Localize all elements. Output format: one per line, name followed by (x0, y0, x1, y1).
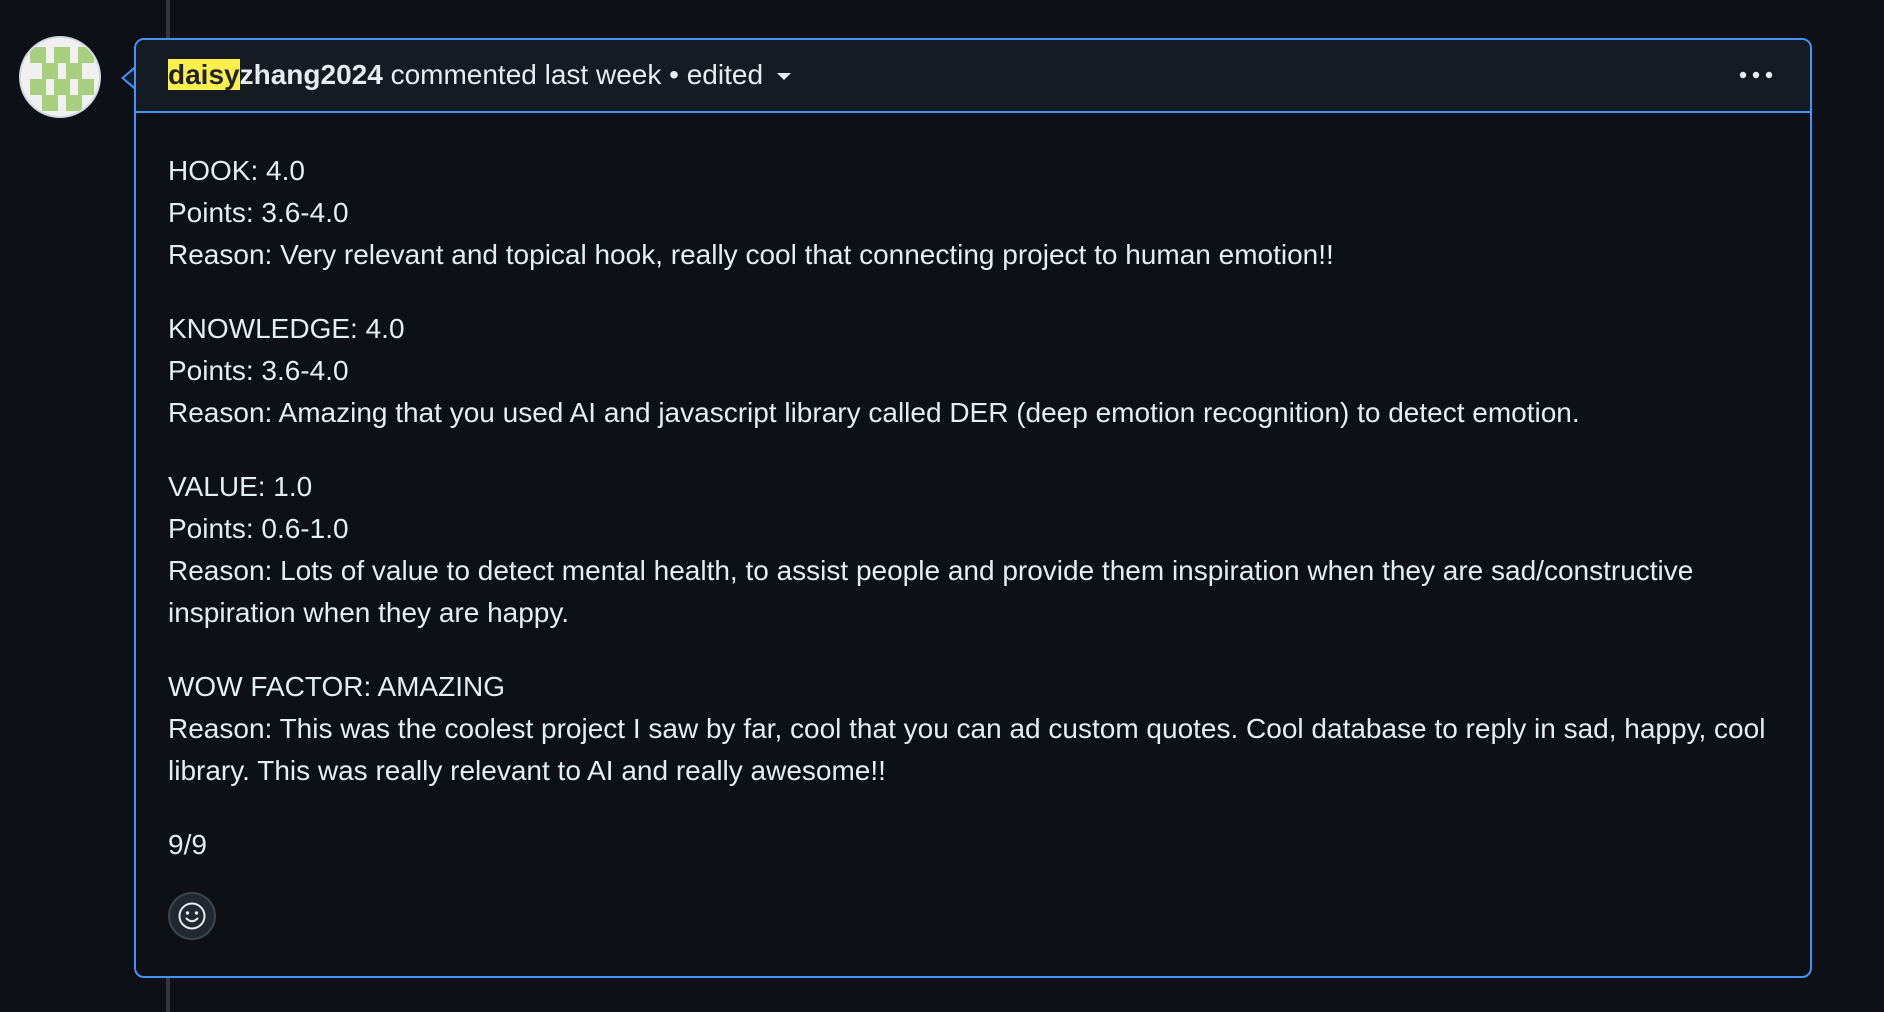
section-total-score: 9/9 (168, 824, 1770, 866)
timeline-connector-bottom (166, 978, 170, 1012)
avatar[interactable] (19, 36, 101, 118)
smiley-icon (178, 902, 206, 930)
total-score: 9/9 (168, 829, 207, 860)
timeline-connector-top (166, 0, 170, 38)
kebab-horizontal-icon[interactable] (1738, 66, 1774, 84)
author-search-highlight: daisy (168, 59, 240, 90)
section-line: Reason: Very relevant and topical hook, … (168, 239, 1334, 270)
section-line: VALUE: 1.0 (168, 471, 313, 502)
chevron-down-icon (777, 73, 792, 81)
comment-header: daisyzhang2024 commented last week • edi… (136, 40, 1810, 113)
comment-card: daisyzhang2024 commented last week • edi… (134, 38, 1812, 978)
section-line: Points: 3.6-4.0 (168, 355, 349, 386)
section-line: Reason: Amazing that you used AI and jav… (168, 397, 1580, 428)
section-line: Reason: Lots of value to detect mental h… (168, 555, 1694, 628)
section-line: Reason: This was the coolest project I s… (168, 713, 1766, 786)
section-line: HOOK: 4.0 (168, 155, 305, 186)
section-knowledge: KNOWLEDGE: 4.0 Points: 3.6-4.0 Reason: A… (168, 308, 1770, 434)
author-name-rest: zhang2024 (239, 59, 383, 90)
issue-timeline: daisyzhang2024 commented last week • edi… (0, 0, 1884, 1012)
section-line: Points: 3.6-4.0 (168, 197, 349, 228)
edited-label: edited (686, 59, 764, 90)
section-value: VALUE: 1.0 Points: 0.6-1.0 Reason: Lots … (168, 466, 1770, 634)
section-line: KNOWLEDGE: 4.0 (168, 313, 405, 344)
comment-header-text: daisyzhang2024 commented last week • edi… (168, 58, 792, 92)
author-link[interactable]: daisyzhang2024 (168, 59, 383, 90)
add-reaction-button[interactable] (168, 892, 216, 940)
comment-timestamp[interactable]: commented last week (391, 59, 662, 90)
edited-dropdown[interactable]: edited (686, 59, 792, 90)
section-hook: HOOK: 4.0 Points: 3.6-4.0 Reason: Very r… (168, 150, 1770, 276)
header-separator: • (669, 59, 679, 90)
section-line: Points: 0.6-1.0 (168, 513, 349, 544)
comment-body: HOOK: 4.0 Points: 3.6-4.0 Reason: Very r… (168, 150, 1770, 898)
identicon-image (21, 38, 99, 116)
section-line: WOW FACTOR: AMAZING (168, 671, 506, 702)
section-wow-factor: WOW FACTOR: AMAZING Reason: This was the… (168, 666, 1770, 792)
